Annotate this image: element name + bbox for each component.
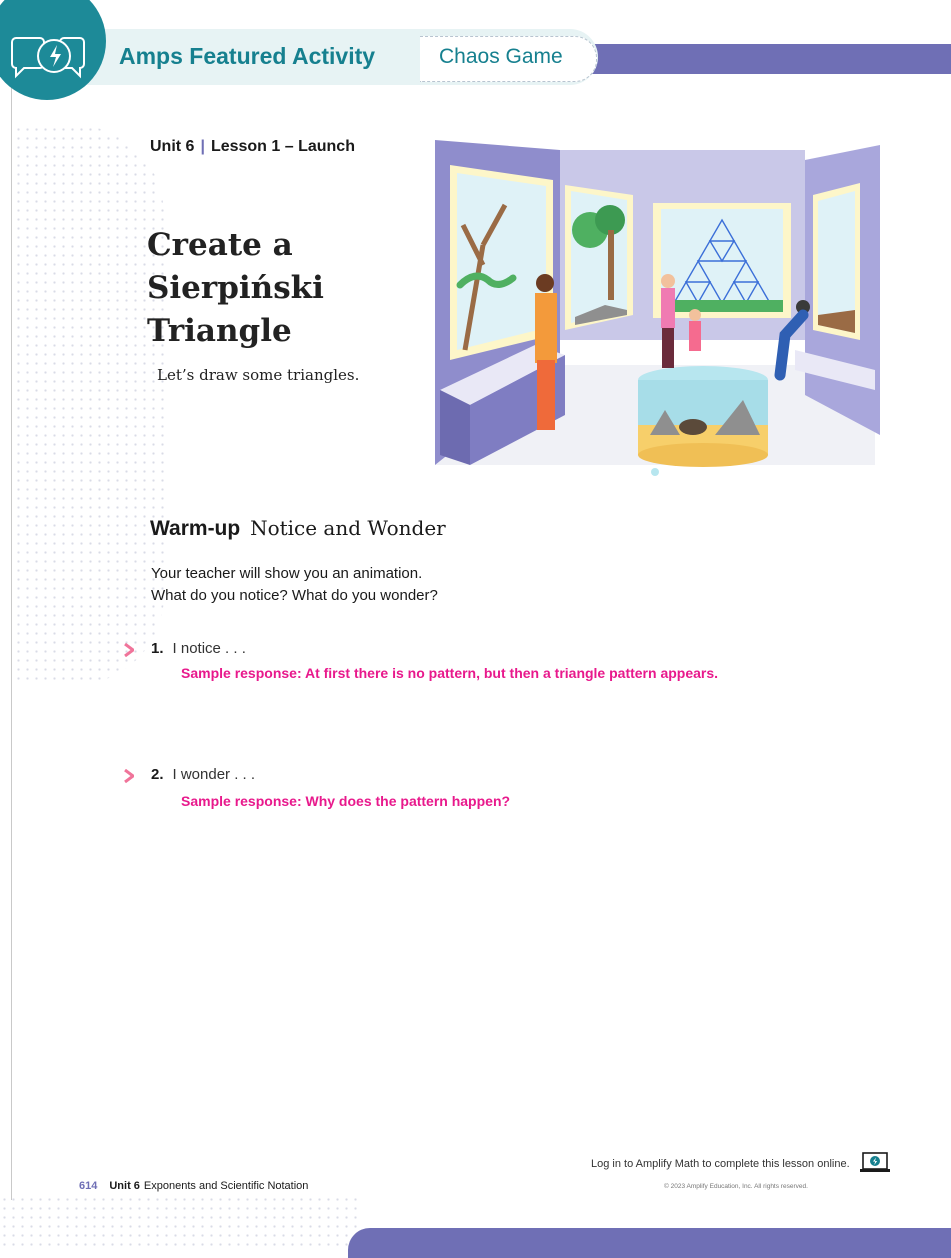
breadcrumb-separator: | — [200, 138, 205, 155]
warmup-name: Notice and Wonder — [250, 516, 446, 540]
question-number: 1. — [151, 640, 164, 657]
warmup-label: Warm-up — [150, 517, 241, 540]
arrow-icon — [124, 769, 134, 783]
warmup-heading: Warm-up Notice and Wonder — [150, 516, 446, 541]
header-bar — [590, 44, 951, 74]
amps-logo-icon — [11, 37, 85, 79]
dotted-background-left — [14, 125, 164, 685]
activity-name: Chaos Game — [439, 45, 563, 68]
laptop-icon[interactable] — [860, 1152, 890, 1174]
footer-unit: Unit 6 — [109, 1180, 140, 1192]
page-title: Create a Sierpiński Triangle — [147, 224, 427, 353]
page-footer: 614 Unit 6 Exponents and Scientific Notati… — [79, 1180, 308, 1192]
question-item: 2. I wonder . . . — [151, 766, 255, 783]
login-prompt[interactable]: Log in to Amplify Math to complete this … — [591, 1158, 850, 1170]
question-item: 1. I notice . . . — [151, 640, 246, 657]
arrow-icon — [124, 643, 134, 657]
page-number: 614 — [79, 1180, 98, 1192]
activity-title: Amps Featured Activity — [119, 43, 376, 69]
page-subtitle: Let’s draw some triangles. — [157, 366, 360, 384]
unit-label: Unit 6 — [150, 138, 195, 155]
title-line: Create a — [147, 227, 293, 263]
question-label: I wonder . . . — [172, 766, 256, 783]
bottom-bar — [348, 1228, 951, 1258]
title-line: Sierpiński — [147, 270, 324, 306]
question-number: 2. — [151, 766, 164, 783]
museum-illustration — [435, 140, 880, 476]
page-margin-rule — [11, 80, 12, 1200]
footer-unit-title: Exponents and Scientific Notation — [143, 1180, 309, 1192]
sample-answer: Sample response: At first there is no pa… — [181, 665, 719, 681]
sample-answer: Sample response: Why does the pattern ha… — [181, 793, 511, 809]
prompt-line: What do you notice? What do you wonder? — [151, 587, 438, 604]
warmup-prompt: Your teacher will show you an animation.… — [151, 563, 438, 607]
title-line: Triangle — [147, 313, 292, 349]
lesson-label: Lesson 1 – Launch — [210, 138, 355, 155]
lesson-breadcrumb: Unit 6 | Lesson 1 – Launch — [150, 138, 355, 156]
dotted-background-bottom — [0, 1195, 360, 1248]
prompt-line: Your teacher will show you an animation. — [151, 565, 423, 582]
copyright: © 2023 Amplify Education, Inc. All right… — [664, 1183, 808, 1190]
question-label: I notice . . . — [172, 640, 246, 657]
